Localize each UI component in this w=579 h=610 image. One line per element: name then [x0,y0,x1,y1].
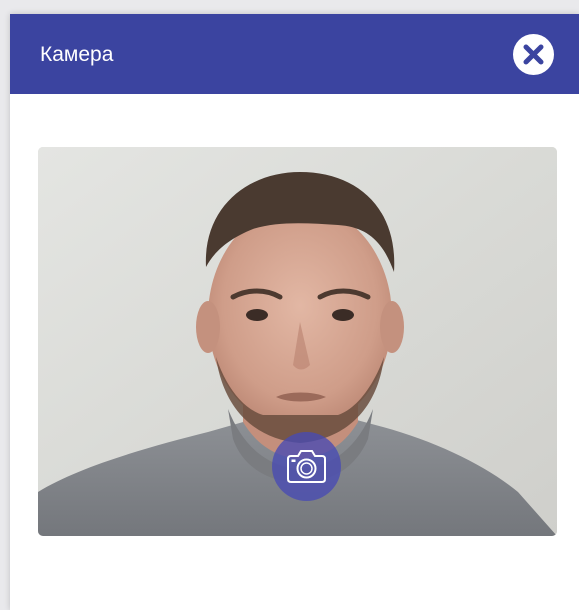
camera-preview [38,147,557,536]
dialog-title: Камера [40,43,114,66]
close-button[interactable] [513,34,554,75]
dialog-header: Камера [10,14,579,94]
capture-button[interactable] [272,432,341,501]
close-icon [523,44,544,65]
camera-icon [287,450,326,483]
camera-dialog: Камера [10,14,579,610]
